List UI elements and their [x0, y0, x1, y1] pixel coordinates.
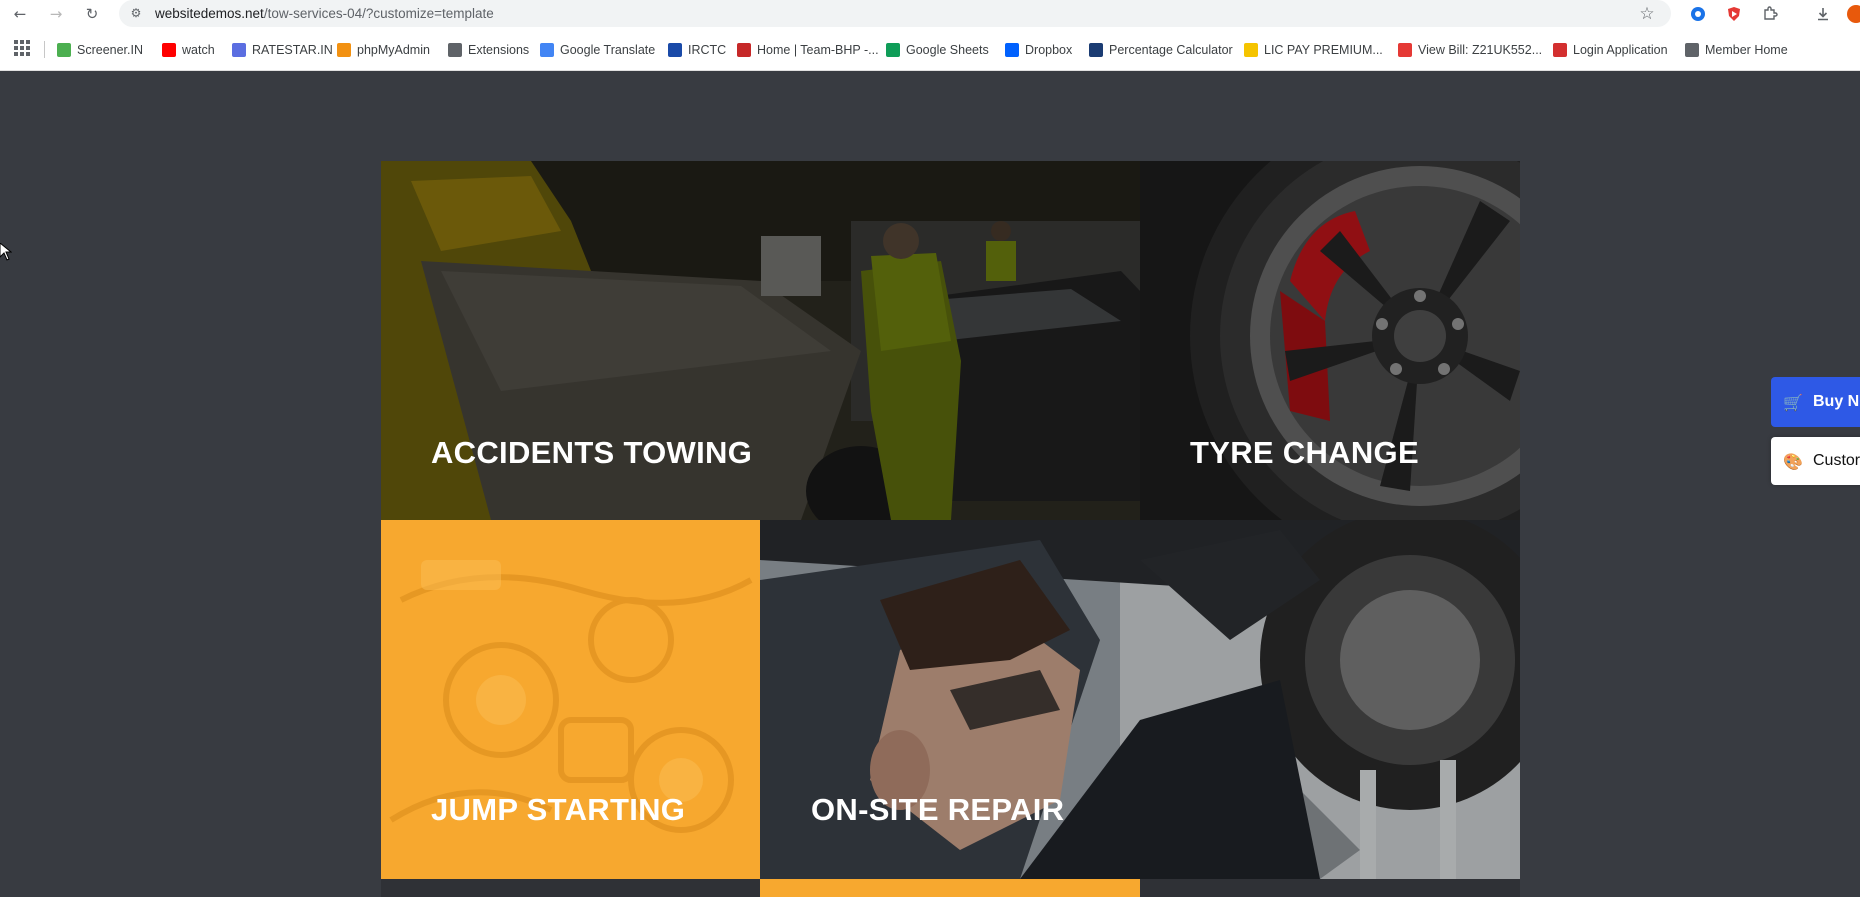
dropbox-icon: [1005, 43, 1019, 57]
service-tile-partial-middle[interactable]: [760, 879, 1140, 897]
bookmark-item[interactable]: Home | Team-BHP -...: [737, 40, 879, 60]
download-icon[interactable]: [1813, 4, 1833, 24]
bookmark-label: Screener.IN: [77, 43, 144, 57]
bookmark-label: watch: [182, 43, 215, 57]
bookmark-item[interactable]: RATESTAR.IN: [232, 40, 333, 60]
puzzle-icon: [448, 43, 462, 57]
service-tile-accidents-towing[interactable]: ACCIDENTS TOWING: [381, 161, 1140, 520]
browser-toolbar: ← → ↻ ⚙ websitedemos.net/tow-services-04…: [0, 0, 1860, 28]
customize-label: Custor: [1813, 452, 1860, 469]
bookmark-item[interactable]: Extensions: [448, 40, 529, 60]
bookmark-label: IRCTC: [688, 43, 727, 57]
buy-now-button[interactable]: 🛒 Buy N: [1771, 377, 1860, 427]
bookmarks-divider: [44, 41, 45, 58]
bookmark-label: Login Application: [1573, 43, 1668, 57]
palette-icon: 🎨: [1783, 451, 1803, 471]
teambhp-icon: [737, 43, 751, 57]
bookmark-item[interactable]: Google Sheets: [886, 40, 989, 60]
translate-icon: [540, 43, 554, 57]
login-icon: [1553, 43, 1567, 57]
bookmark-label: LIC PAY PREMIUM...: [1264, 43, 1383, 57]
bookmark-label: Extensions: [468, 43, 530, 57]
service-tile-tyre-change[interactable]: TYRE CHANGE: [1140, 161, 1520, 520]
bookmark-item[interactable]: Member Home: [1685, 40, 1788, 60]
bookmark-label: Google Sheets: [906, 43, 989, 57]
extension-compass-icon[interactable]: [1688, 4, 1708, 24]
bookmark-label: Google Translate: [560, 43, 656, 57]
bookmark-label: View Bill: Z21UK552...: [1418, 43, 1543, 57]
globe-icon: [1685, 43, 1699, 57]
reload-icon: ↻: [85, 5, 99, 23]
apps-grid-icon[interactable]: [14, 40, 30, 56]
mouse-cursor-icon: [0, 243, 12, 261]
extensions-puzzle-icon[interactable]: [1760, 4, 1780, 24]
page-content: ACCIDENTS TOWING TYRE CHANGE JUMP STARTI…: [0, 71, 1860, 897]
tile-title-on-site-repair: ON-SITE REPAIR: [811, 792, 1065, 827]
bookmark-item[interactable]: phpMyAdmin: [337, 40, 430, 60]
customize-button[interactable]: 🎨 Custor: [1771, 437, 1860, 485]
reload-button[interactable]: ↻: [81, 3, 103, 25]
lic-icon: [1244, 43, 1258, 57]
buy-now-label: Buy N: [1813, 393, 1860, 410]
tile-title-jump-starting: JUMP STARTING: [431, 792, 686, 827]
bookmark-item[interactable]: watch: [162, 40, 215, 60]
service-tile-jump-starting[interactable]: JUMP STARTING: [381, 520, 760, 879]
url-path: /tow-services-04/?customize=template: [263, 6, 494, 21]
extension-shield-icon[interactable]: [1724, 4, 1744, 24]
url-text[interactable]: websitedemos.net/tow-services-04/?custom…: [155, 6, 494, 21]
bookmark-item[interactable]: LIC PAY PREMIUM...: [1244, 40, 1383, 60]
back-button[interactable]: ←: [9, 3, 31, 25]
tile-title-tyre-change: TYRE CHANGE: [1190, 435, 1419, 470]
bookmark-label: phpMyAdmin: [357, 43, 430, 57]
phpmyadmin-icon: [337, 43, 351, 57]
service-tile-on-site-repair[interactable]: ON-SITE REPAIR: [760, 520, 1520, 879]
site-info-icon[interactable]: ⚙: [129, 6, 143, 20]
bookmark-item[interactable]: IRCTC: [668, 40, 726, 60]
bookmark-item[interactable]: Percentage Calculator: [1089, 40, 1233, 60]
bookmark-label: Dropbox: [1025, 43, 1073, 57]
bill-icon: [1398, 43, 1412, 57]
bookmark-item[interactable]: Login Application: [1553, 40, 1668, 60]
bookmark-star-icon[interactable]: ☆: [1636, 3, 1658, 25]
url-host: websitedemos.net: [155, 6, 264, 21]
irctc-icon: [668, 43, 682, 57]
sheets-icon: [886, 43, 900, 57]
bookmark-label: Home | Team-BHP -...: [757, 43, 879, 57]
service-tile-partial-right[interactable]: [1140, 879, 1520, 897]
tile-title-accidents-towing: ACCIDENTS TOWING: [431, 435, 753, 470]
arrow-right-icon: →: [49, 5, 63, 23]
ratestar-icon: [232, 43, 246, 57]
bookmark-item[interactable]: View Bill: Z21UK552...: [1398, 40, 1542, 60]
service-tile-partial-left[interactable]: [381, 879, 760, 897]
youtube-icon: [162, 43, 176, 57]
bookmark-label: Percentage Calculator: [1109, 43, 1233, 57]
bookmark-item[interactable]: Dropbox: [1005, 40, 1072, 60]
bookmark-label: RATESTAR.IN: [252, 43, 333, 57]
bar-chart-icon: [57, 43, 71, 57]
cart-icon: 🛒: [1783, 392, 1803, 412]
bookmark-item[interactable]: Google Translate: [540, 40, 655, 60]
profile-avatar-icon[interactable]: [1846, 4, 1860, 24]
bookmark-item[interactable]: Screener.IN: [57, 40, 143, 60]
percent-icon: [1089, 43, 1103, 57]
bookmarks-bar: Screener.IN watch RATESTAR.IN phpMyAdmin Ext…: [0, 28, 1860, 71]
forward-button[interactable]: →: [45, 3, 67, 25]
bookmark-label: Member Home: [1705, 43, 1788, 57]
arrow-left-icon: ←: [13, 5, 27, 23]
